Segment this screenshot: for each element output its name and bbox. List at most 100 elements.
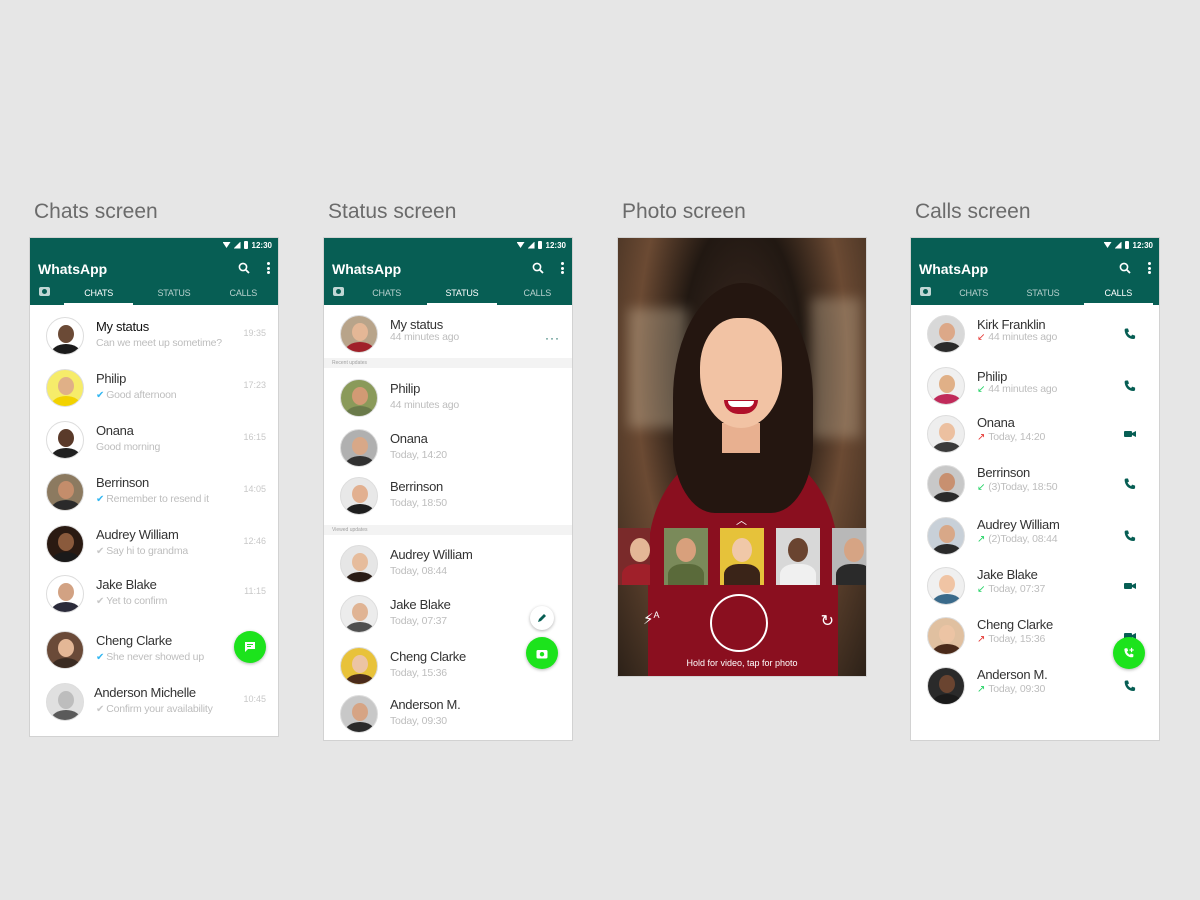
app-title: WhatsApp [919,261,989,277]
phone-icon[interactable] [1123,327,1137,341]
chat-list: My status Can we meet up sometime? 19:35… [30,305,278,736]
gallery-thumbnail[interactable] [720,528,764,585]
chevron-up-icon[interactable]: ︿ [736,512,747,528]
call-detail: ↙ Today, 07:37 [977,583,1046,595]
chat-name: Philip [96,371,126,386]
gallery-thumbnail[interactable] [618,528,650,585]
call-row[interactable]: Kirk Franklin ↙ 44 minutes ago [911,309,1159,361]
tab-calls[interactable]: CALLS [1083,285,1153,305]
tab-status[interactable]: STATUS [1008,285,1077,305]
tab-calls[interactable]: CALLS [503,285,572,305]
new-call-button[interactable] [1113,637,1145,669]
tab-status[interactable]: STATUS [427,285,497,305]
chat-row[interactable]: Anderson Michelle ✔ Confirm your availabi… [30,677,278,729]
new-call-icon [1124,647,1134,658]
videocam-icon[interactable] [1123,427,1137,441]
more-vert-icon[interactable] [266,262,270,274]
avatar [927,517,965,555]
app-bar: WhatsApp CHATS STATUS CALLS [324,252,572,305]
call-row[interactable]: Anderson M. ↗ Today, 09:30 [911,661,1159,713]
status-row[interactable]: Philip 44 minutes ago [324,373,572,425]
search-icon[interactable] [1119,262,1131,274]
chat-row[interactable]: Onana Good morning 16:15 [30,415,278,467]
more-vert-icon[interactable] [1147,262,1151,274]
call-detail: ↗ Today, 15:36 [977,633,1046,645]
viewed-updates-header: Viewed updates [324,525,572,535]
avatar [340,545,378,583]
search-icon[interactable] [238,262,250,274]
gallery-thumbnail[interactable] [832,528,866,585]
missed-call-arrow-icon: ↙ [977,332,986,343]
chat-time: 16:15 [243,432,266,442]
call-row[interactable]: Jake Blake ↙ Today, 07:37 [911,561,1159,613]
flash-auto-icon[interactable]: ⚡A [643,610,660,628]
camera-icon [536,649,548,658]
status-time: Today, 09:30 [390,715,447,727]
chat-row[interactable]: Berrinson ✔ Remember to resend it 14:05 [30,467,278,519]
tab-camera[interactable] [324,285,352,296]
tab-chats[interactable]: CHATS [939,285,1008,305]
phone-icon[interactable] [1123,477,1137,491]
call-row[interactable]: Berrinson ↙ (3)Today, 18:50 [911,459,1159,511]
search-icon[interactable] [532,262,544,274]
status-row[interactable]: Anderson M. Today, 09:30 [324,689,572,740]
videocam-icon[interactable] [1123,579,1137,593]
avatar [46,421,84,459]
chat-time: 14:05 [243,484,266,494]
battery-icon [1124,241,1129,249]
phone-icon[interactable] [1123,379,1137,393]
gallery-thumbnail[interactable] [664,528,708,585]
camera-status-button[interactable] [526,637,558,669]
new-chat-button[interactable] [234,631,266,663]
call-name: Kirk Franklin [977,317,1046,332]
shutter-button[interactable] [710,594,768,652]
chat-row[interactable]: My status Can we meet up sometime? 19:35 [30,311,278,363]
call-name: Onana [977,415,1015,430]
chat-name: Cheng Clarke [96,633,172,648]
tab-camera[interactable] [911,285,939,296]
chat-time: 10:45 [243,694,266,704]
system-icons [222,241,248,249]
status-row[interactable]: Audrey William Today, 08:44 [324,539,572,591]
tab-bar: CHATS STATUS CALLS [911,285,1159,305]
double-tick-icon: ✔ [96,652,105,663]
call-name: Berrinson [977,465,1030,480]
text-status-button[interactable] [530,606,554,630]
call-row[interactable]: Philip ↙ 44 minutes ago [911,361,1159,413]
chat-row[interactable]: Jake Blake ✔ Yet to confirm 11:15 [30,569,278,621]
chat-preview: Can we meet up sometime? [96,337,222,349]
my-status-row[interactable]: My status 44 minutes ago ··· [324,309,572,361]
call-detail: ↙ 44 minutes ago [977,383,1058,395]
app-title: WhatsApp [332,261,402,277]
switch-camera-icon[interactable]: ↻ [821,611,834,631]
tab-chats[interactable]: CHATS [352,285,421,305]
status-time: Today, 08:44 [390,565,447,577]
tab-status[interactable]: STATUS [139,285,208,305]
status-row[interactable]: Berrinson Today, 18:50 [324,471,572,523]
gallery-thumbnail[interactable] [776,528,820,585]
clock: 12:30 [251,240,272,250]
clock: 12:30 [545,240,566,250]
more-horiz-icon[interactable]: ··· [545,331,560,345]
chat-row[interactable]: Philip ✔ Good afternoon 17:23 [30,363,278,415]
phone-icon[interactable] [1123,679,1137,693]
chat-preview: ✔ Remember to resend it [96,493,209,505]
tab-calls[interactable]: CALLS [209,285,278,305]
system-icons [1103,241,1129,249]
phone-icon[interactable] [1123,529,1137,543]
wifi-icon [222,242,231,248]
tab-chats[interactable]: CHATS [64,285,134,305]
chat-row[interactable]: Audrey William ✔ Say hi to grandma 12:46 [30,519,278,571]
call-row[interactable]: Audrey William ↗ (2)Today, 08:44 [911,511,1159,563]
tab-camera[interactable] [30,285,58,296]
call-row[interactable]: Onana ↗ Today, 14:20 [911,409,1159,461]
chat-name: Jake Blake [96,577,157,592]
camera-icon [38,287,50,296]
recent-updates-header: Recent updates [324,358,572,368]
tick-icon: ✔ [96,704,105,715]
app-title: WhatsApp [38,261,108,277]
chat-time: 11:15 [244,586,266,596]
battery-icon [537,241,542,249]
more-vert-icon[interactable] [560,262,564,274]
status-row[interactable]: Onana Today, 14:20 [324,423,572,475]
